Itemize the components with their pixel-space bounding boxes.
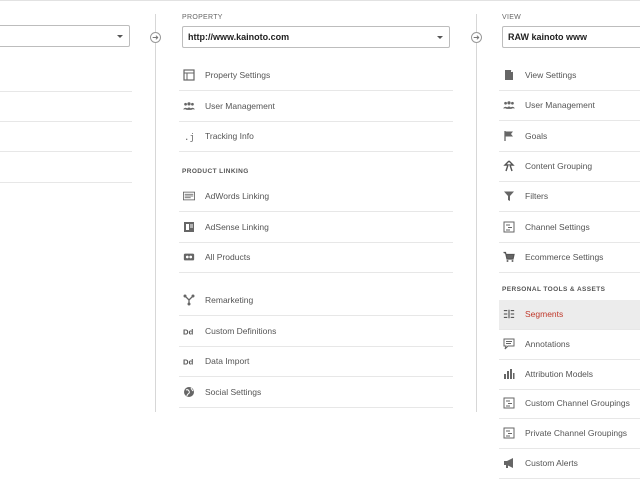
view-item-goals[interactable]: Goals: [499, 122, 640, 152]
menu-item-label: All Products: [205, 252, 251, 262]
menu-item-label: Segments: [525, 309, 564, 319]
view-selector[interactable]: RAW kainoto www: [502, 26, 640, 48]
menu-item-label: Data Import: [205, 356, 250, 366]
svg-text:Dd: Dd: [183, 327, 194, 336]
top-divider: [0, 0, 640, 1]
account-row-divider: [0, 121, 132, 122]
arrow-right-icon: ➜: [471, 32, 482, 43]
row-divider: [179, 151, 453, 152]
arrow-right-icon: ➜: [150, 32, 161, 43]
megaphone-icon: [502, 457, 516, 469]
adwords-icon: [182, 190, 196, 202]
menu-item-label: Tracking Info: [205, 131, 254, 141]
js-icon: .js: [182, 130, 196, 142]
svg-text:Dd: Dd: [183, 357, 194, 366]
property-item-custom-definitions[interactable]: Dd Custom Definitions: [179, 317, 454, 347]
flag-icon: [502, 130, 516, 142]
channel-icon: [502, 221, 516, 233]
product-linking-label: PRODUCT LINKING: [182, 168, 249, 175]
users-icon: [182, 100, 196, 112]
property-label: PROPERTY: [182, 14, 223, 21]
property-item-user-management[interactable]: User Management: [179, 92, 454, 122]
property-item-remarketing[interactable]: Remarketing: [179, 286, 454, 316]
view-item-annotations[interactable]: Annotations: [499, 330, 640, 360]
menu-item-label: User Management: [205, 100, 275, 111]
menu-item-label: Remarketing: [205, 295, 254, 305]
chevron-down-icon: [117, 35, 123, 38]
view-item-ecommerce-settings[interactable]: Ecommerce Settings: [499, 243, 640, 273]
menu-item-label: Content Grouping: [525, 160, 593, 171]
property-selector-value: http://www.kainoto.com: [188, 32, 290, 42]
property-item-social-settings[interactable]: Social Settings: [179, 378, 454, 408]
channel-icon: [502, 397, 516, 409]
dd-icon: Dd: [182, 325, 196, 337]
view-item-private-channel-groupings[interactable]: Private Channel Groupings: [499, 419, 640, 450]
view-item-user-management[interactable]: User Management: [499, 91, 640, 122]
row-divider: [499, 271, 640, 273]
dd-icon: Dd: [182, 355, 196, 367]
users-icon: [502, 99, 516, 111]
menu-item-label: Goals: [525, 130, 548, 141]
document-icon: [502, 69, 516, 81]
property-item-adsense-linking[interactable]: AdSense Linking: [179, 213, 454, 243]
property-selector[interactable]: http://www.kainoto.com: [182, 26, 450, 48]
view-label: VIEW: [502, 14, 522, 21]
property-item-data-import[interactable]: Dd Data Import: [179, 347, 454, 377]
view-item-attribution-models[interactable]: Attribution Models: [499, 360, 640, 390]
row-divider: [179, 406, 453, 408]
menu-item-label: Channel Settings: [525, 221, 590, 232]
account-row-divider: [0, 151, 132, 152]
menu-item-label: Social Settings: [205, 386, 262, 397]
account-row-divider: [0, 91, 132, 92]
menu-item-label: AdSense Linking: [205, 221, 269, 232]
menu-item-label: Custom Channel Groupings: [525, 398, 630, 409]
menu-item-label: Attribution Models: [525, 368, 594, 379]
property-item-property-settings[interactable]: Property Settings: [179, 61, 454, 91]
menu-item-label: Ecommerce Settings: [525, 251, 604, 262]
personal-tools-label: PERSONAL TOOLS & ASSETS: [502, 286, 606, 293]
menu-item-label: Private Channel Groupings: [525, 428, 628, 439]
menu-item-label: Custom Alerts: [525, 458, 578, 468]
filter-icon: [502, 190, 516, 202]
channel-icon: [502, 427, 516, 439]
annotation-icon: [502, 338, 516, 350]
all-products-icon: [182, 251, 196, 263]
view-item-filters[interactable]: Filters: [499, 182, 640, 213]
row-divider: [179, 272, 453, 273]
property-item-all-products[interactable]: All Products: [179, 243, 454, 273]
view-item-content-grouping[interactable]: Content Grouping: [499, 152, 640, 182]
view-item-view-settings[interactable]: View Settings: [499, 61, 640, 91]
row-divider: [499, 478, 640, 479]
property-item-tracking-info[interactable]: .js Tracking Info: [179, 122, 454, 152]
svg-text:.js: .js: [184, 133, 195, 142]
property-item-adwords-linking[interactable]: AdWords Linking: [179, 182, 454, 212]
menu-item-label: Custom Definitions: [205, 325, 277, 336]
view-item-channel-settings[interactable]: Channel Settings: [499, 213, 640, 243]
view-item-segments[interactable]: Segments: [499, 300, 640, 330]
menu-item-label: Annotations: [525, 338, 570, 349]
view-selector-value: RAW kainoto www: [508, 32, 588, 42]
globe-icon: [182, 386, 196, 398]
segments-icon: [502, 308, 516, 320]
account-row-divider: [0, 182, 132, 183]
view-item-custom-alerts[interactable]: Custom Alerts: [499, 449, 640, 479]
view-item-custom-channel-groupings[interactable]: Custom Channel Groupings: [499, 389, 640, 420]
content-grouping-icon: [502, 160, 516, 172]
adsense-icon: [182, 221, 196, 233]
bar-chart-icon: [502, 368, 516, 380]
cart-icon: [502, 251, 516, 263]
chevron-down-icon: [437, 36, 443, 39]
menu-item-label: Property Settings: [205, 70, 271, 80]
menu-item-label: AdWords Linking: [205, 191, 270, 201]
account-selector[interactable]: [0, 25, 130, 47]
property-settings-icon: [182, 69, 196, 81]
menu-item-label: View Settings: [525, 70, 577, 80]
column-separator: [155, 14, 156, 412]
menu-item-label: Filters: [525, 191, 549, 202]
remarketing-icon: [182, 294, 196, 306]
menu-item-label: User Management: [525, 100, 595, 111]
column-separator: [476, 14, 477, 412]
